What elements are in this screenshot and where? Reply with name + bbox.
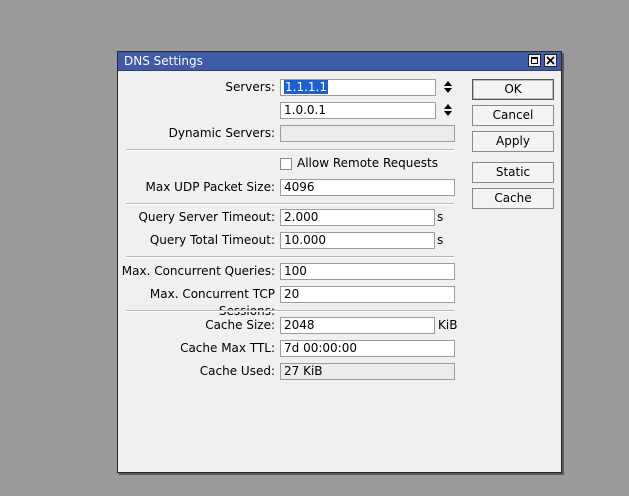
cache-max-ttl-input[interactable]: 7d 00:00:00 <box>280 340 455 357</box>
window-title: DNS Settings <box>124 54 203 68</box>
max-udp-label: Max UDP Packet Size: <box>145 180 275 194</box>
up-down-arrow-icon[interactable] <box>443 80 453 94</box>
allow-remote-label: Allow Remote Requests <box>297 156 438 170</box>
dynamic-servers-field <box>280 125 455 142</box>
cache-size-label: Cache Size: <box>205 318 275 332</box>
cache-max-ttl-label: Cache Max TTL: <box>180 341 275 355</box>
server-2-input[interactable]: 1.0.0.1 <box>280 102 436 119</box>
server-1-value: 1.1.1.1 <box>284 80 328 94</box>
cache-used-label: Cache Used: <box>199 364 275 378</box>
query-server-timeout-label: Query Server Timeout: <box>138 210 275 224</box>
max-tcp-sessions-input[interactable]: 20 <box>280 286 455 303</box>
query-total-timeout-input[interactable]: 10.000 <box>280 232 435 249</box>
maximize-icon[interactable] <box>528 54 541 67</box>
separator <box>126 149 454 151</box>
static-button[interactable]: Static <box>472 162 554 183</box>
server-1-input[interactable]: 1.1.1.1 <box>280 79 436 96</box>
cancel-button[interactable]: Cancel <box>472 105 554 126</box>
separator <box>126 310 454 312</box>
apply-button[interactable]: Apply <box>472 131 554 152</box>
max-concurrent-queries-label: Max. Concurrent Queries: <box>121 264 275 278</box>
dynamic-servers-label: Dynamic Servers: <box>168 126 275 140</box>
cache-used-field: 27 KiB <box>280 363 455 380</box>
allow-remote-checkbox[interactable] <box>280 158 292 170</box>
max-concurrent-queries-input[interactable]: 100 <box>280 263 455 280</box>
cache-size-unit: KiB <box>438 318 458 332</box>
ok-button[interactable]: OK <box>472 79 554 100</box>
max-udp-input[interactable]: 4096 <box>280 179 455 196</box>
title-bar[interactable]: DNS Settings <box>118 52 561 71</box>
server-2-value: 1.0.0.1 <box>284 103 326 117</box>
dns-settings-window: DNS Settings Servers: 1.1.1.1 1.0.0.1 Dy… <box>117 51 562 473</box>
query-server-timeout-unit: s <box>437 210 444 224</box>
up-down-arrow-icon[interactable] <box>443 103 453 117</box>
query-server-timeout-input[interactable]: 2.000 <box>280 209 435 226</box>
separator <box>126 256 454 258</box>
cache-size-input[interactable]: 2048 <box>280 317 435 334</box>
close-icon[interactable] <box>544 54 557 67</box>
max-tcp-sessions-label: Max. Concurrent TCP Sessions: <box>149 287 275 318</box>
cache-button[interactable]: Cache <box>472 188 554 209</box>
servers-label: Servers: <box>225 80 275 94</box>
separator <box>126 203 454 205</box>
query-total-timeout-unit: s <box>437 233 444 247</box>
query-total-timeout-label: Query Total Timeout: <box>149 233 275 247</box>
